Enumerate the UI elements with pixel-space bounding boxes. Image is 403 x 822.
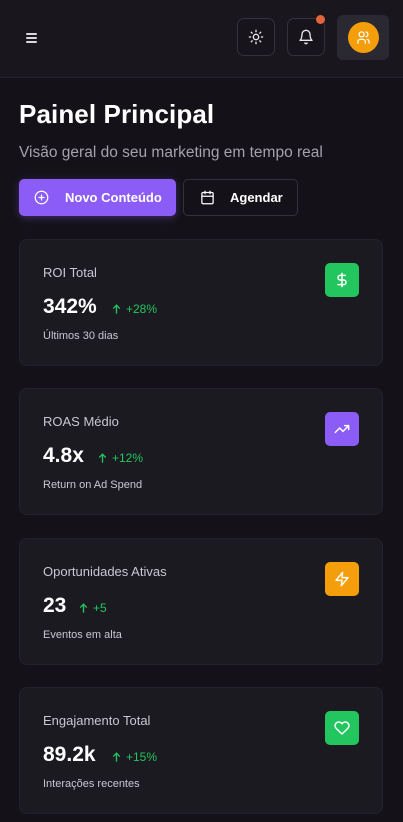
metric-label: ROAS Médio xyxy=(43,414,119,429)
theme-toggle-button[interactable] xyxy=(237,18,275,56)
metric-caption: Eventos em alta xyxy=(43,629,122,641)
metric-card-roas: ROAS Médio 4.8x +12% Return on Ad Spend xyxy=(19,388,383,515)
top-bar xyxy=(0,0,403,78)
dollar-icon xyxy=(325,263,359,297)
schedule-button[interactable]: Agendar xyxy=(183,179,298,216)
user-menu-button[interactable] xyxy=(337,15,389,60)
metric-change-value: +12% xyxy=(112,451,144,465)
metric-card-engagement: Engajamento Total 89.2k +15% Interações … xyxy=(19,687,383,814)
metric-value: 342% xyxy=(43,295,97,318)
arrow-up-icon xyxy=(98,453,107,463)
metric-label: Engajamento Total xyxy=(43,713,151,728)
metric-card-opportunities: Oportunidades Ativas 23 +5 Eventos em al… xyxy=(19,538,383,665)
arrow-up-icon xyxy=(112,304,121,314)
metric-label: Oportunidades Ativas xyxy=(43,564,167,579)
metric-caption: Interações recentes xyxy=(43,778,140,790)
calendar-icon xyxy=(201,190,214,205)
notification-badge xyxy=(316,15,325,24)
metric-change: +28% xyxy=(112,302,157,316)
users-icon xyxy=(356,31,370,44)
arrow-up-icon xyxy=(112,752,121,762)
metric-change-value: +28% xyxy=(126,302,158,316)
metric-card-roi: ROI Total 342% +28% Últimos 30 dias xyxy=(19,239,383,366)
new-content-label: Novo Conteúdo xyxy=(65,190,162,205)
heart-icon xyxy=(325,711,359,745)
bell-icon xyxy=(299,29,313,45)
trending-up-icon xyxy=(325,412,359,446)
schedule-label: Agendar xyxy=(230,190,283,205)
metric-change: +5 xyxy=(79,601,107,615)
sun-icon xyxy=(248,29,264,45)
metric-value: 23 xyxy=(43,594,67,617)
metric-change-value: +15% xyxy=(126,750,158,764)
page-title: Painel Principal xyxy=(19,99,215,129)
metric-change-value: +5 xyxy=(93,601,107,615)
plus-circle-icon xyxy=(34,190,49,205)
metric-value: 4.8x xyxy=(43,444,84,467)
metric-value: 89.2k xyxy=(43,743,96,766)
zap-icon xyxy=(325,562,359,596)
metric-change: +12% xyxy=(98,451,143,465)
metric-caption: Últimos 30 dias xyxy=(43,330,119,342)
metric-change: +15% xyxy=(112,750,157,764)
new-content-button[interactable]: Novo Conteúdo xyxy=(19,179,176,216)
metric-label: ROI Total xyxy=(43,265,97,280)
avatar xyxy=(347,22,379,53)
menu-icon[interactable] xyxy=(22,29,42,47)
metric-caption: Return on Ad Spend xyxy=(43,479,143,491)
page-subtitle: Visão geral do seu marketing em tempo re… xyxy=(19,144,323,161)
arrow-up-icon xyxy=(79,603,88,613)
